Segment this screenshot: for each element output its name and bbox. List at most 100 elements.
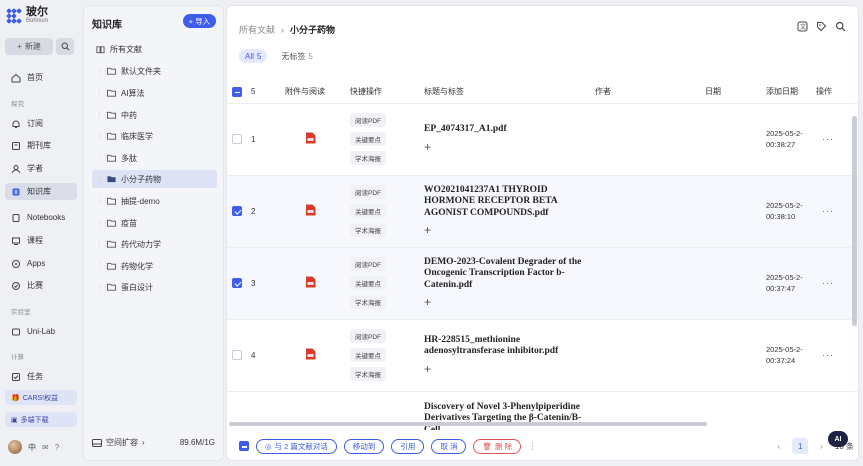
horizontal-scrollbar[interactable] (229, 422, 707, 426)
header-date[interactable]: 日期 (705, 81, 766, 104)
nav-item-unilab[interactable]: Uni-Lab (5, 323, 77, 340)
row-checkbox[interactable] (232, 206, 242, 216)
header-added[interactable]: 添加日期 (766, 81, 816, 104)
drag-handle-icon[interactable]: ⋮⋮ (96, 89, 109, 97)
new-button[interactable]: + 新建 (5, 38, 53, 55)
read-pdf-button[interactable]: 阅读PDF (350, 113, 386, 127)
table-row[interactable]: 1 阅读PDF 关键要点 学术海报 EP_4074317_A1.pdf + 202… (227, 103, 858, 176)
read-pdf-button[interactable]: 阅读PDF (350, 185, 386, 199)
key-points-button[interactable]: 关键要点 (350, 132, 386, 146)
nav-item-scholars[interactable]: 学者 (5, 160, 77, 177)
table-row[interactable]: 2 阅读PDF 关键要点 学术海报 WO2021041237A1 THYROID… (227, 175, 858, 248)
pdf-icon[interactable] (305, 276, 316, 288)
import-button[interactable]: + 导入 (183, 14, 216, 28)
drag-handle-icon[interactable]: ⋮⋮ (96, 240, 109, 248)
key-points-button[interactable]: 关键要点 (350, 204, 386, 218)
nav-item-knowledge[interactable]: 知识库 (5, 183, 77, 200)
add-tag-icon[interactable]: + (424, 140, 431, 154)
cite-button[interactable]: 引用 (391, 438, 425, 454)
promo-benefits[interactable]: 🎁 CARS!权益 (5, 390, 77, 405)
move-to-button[interactable]: 移动到 (343, 438, 385, 454)
next-page-icon[interactable]: › (820, 442, 823, 451)
drag-handle-icon[interactable]: ⋮⋮ (96, 262, 109, 270)
kb-folder-active[interactable]: ⋮⋮ 小分子药物 (92, 170, 217, 188)
drag-handle-icon[interactable]: ⋮⋮ (96, 132, 109, 140)
doc-title[interactable]: WO2021041237A1 THYROID HORMONE RECEPTOR … (424, 185, 584, 220)
drag-handle-icon[interactable]: ⋮⋮ (96, 197, 109, 205)
bulk-select-checkbox[interactable] (239, 441, 249, 451)
kb-folder[interactable]: ⋮⋮ 多肽 (92, 149, 217, 167)
select-all-checkbox[interactable] (232, 86, 242, 97)
table-row[interactable]: 3 阅读PDF 关键要点 学术海报 DEMO-2023-Covalent Deg… (227, 247, 858, 320)
key-points-button[interactable]: 关键要点 (350, 276, 386, 290)
pdf-icon[interactable] (305, 348, 316, 360)
tag-icon[interactable] (816, 21, 827, 32)
kb-folder[interactable]: ⋮⋮ AI算法 (92, 84, 217, 102)
help-icon[interactable]: ? (55, 443, 59, 452)
kb-folder[interactable]: ⋮⋮ 疫苗 (92, 214, 217, 232)
poster-button[interactable]: 学术海报 (350, 367, 386, 381)
current-page[interactable]: 1 (792, 438, 809, 454)
row-checkbox[interactable] (232, 350, 242, 360)
kb-folder[interactable]: ⋮⋮ 药代动力学 (92, 235, 217, 253)
prev-page-icon[interactable]: ‹ (778, 442, 781, 451)
vertical-scrollbar[interactable] (852, 116, 857, 326)
brand-logo[interactable]: 玻尔 Bohrium (6, 7, 48, 25)
read-pdf-button[interactable]: 阅读PDF (350, 257, 386, 271)
kb-folder[interactable]: ⋮⋮ 临床医学 (92, 127, 217, 145)
add-tag-icon[interactable]: + (424, 362, 431, 376)
filter-chip-all[interactable]: All 5 (239, 49, 268, 63)
key-points-button[interactable]: 关键要点 (350, 348, 386, 362)
header-title[interactable]: 标题与标签 (424, 81, 595, 104)
add-tag-icon[interactable]: + (424, 295, 431, 309)
doc-title[interactable]: HR-228515_methionine adenosyltransferase… (424, 335, 584, 358)
cancel-button[interactable]: 取 消 (431, 438, 467, 454)
kb-folder[interactable]: ⋮⋮ 蛋白设计 (92, 278, 217, 296)
pdf-icon[interactable] (305, 204, 316, 216)
nav-item-subscribe[interactable]: 订阅 (5, 115, 77, 132)
kb-folder[interactable]: ⋮⋮ 抽提-demo (92, 192, 217, 210)
nav-item-notebooks[interactable]: Notebooks (5, 209, 77, 226)
pdf-icon[interactable] (305, 132, 316, 144)
drag-handle-icon[interactable]: ⋮⋮ (96, 283, 109, 291)
doc-title[interactable]: DEMO-2023-Covalent Degrader of the Oncog… (424, 257, 584, 292)
search-icon[interactable] (835, 21, 846, 32)
nav-item-home[interactable]: 首页 (5, 69, 77, 86)
poster-button[interactable]: 学术海报 (350, 151, 386, 165)
kb-folder[interactable]: ⋮⋮ 默认文件夹 (92, 62, 217, 80)
drag-handle-icon[interactable]: ⋮⋮ (96, 67, 109, 75)
more-icon[interactable]: ··· (822, 278, 834, 288)
more-icon[interactable]: ··· (822, 206, 834, 216)
doc-title[interactable]: EP_4074317_A1.pdf (424, 124, 584, 136)
kb-item-all[interactable]: 所有文献 (92, 40, 217, 58)
language-switch[interactable]: 中 (28, 442, 36, 453)
chat-with-docs-button[interactable]: ◎ 与 2 篇文献对话 (256, 438, 337, 454)
drag-handle-icon[interactable]: ⋮⋮ (96, 154, 109, 162)
mail-icon[interactable]: ✉ (42, 443, 49, 452)
kb-folder[interactable]: ⋮⋮ 中药 (92, 106, 217, 124)
delete-button[interactable]: 🗑 删 除 (473, 438, 522, 454)
promo-download[interactable]: ▣ 多端下载 (5, 412, 77, 427)
kb-folder[interactable]: ⋮⋮ 药物化学 (92, 257, 217, 275)
poster-button[interactable]: 学术海报 (350, 223, 386, 237)
nav-item-journals[interactable]: 期刊库 (5, 137, 77, 154)
more-icon[interactable]: ··· (822, 350, 834, 360)
nav-item-apps[interactable]: Apps (5, 255, 77, 272)
header-author[interactable]: 作者 (595, 81, 705, 104)
drag-handle-icon[interactable]: ⋮⋮ (96, 175, 109, 183)
storage-expand[interactable]: 空间扩容 › (92, 437, 145, 448)
avatar[interactable] (8, 440, 22, 454)
row-checkbox[interactable] (232, 134, 242, 144)
filter-chip-untagged[interactable]: 无标签 5 (275, 49, 318, 63)
translate-icon[interactable]: 文 (797, 21, 808, 32)
add-tag-icon[interactable]: + (424, 223, 431, 237)
table-row[interactable]: 4 阅读PDF 关键要点 学术海报 HR-228515_methionine a… (227, 319, 858, 392)
poster-button[interactable]: 学术海报 (350, 295, 386, 309)
nav-item-tasks[interactable]: 任务 (5, 368, 77, 385)
more-vertical-icon[interactable]: ⋮ (528, 441, 537, 452)
nav-item-contests[interactable]: 比赛 (5, 277, 77, 294)
more-icon[interactable]: ··· (822, 134, 834, 144)
nav-item-courses[interactable]: 课程 (5, 232, 77, 249)
ai-assistant-button[interactable]: AI (828, 431, 848, 447)
search-button[interactable] (56, 38, 74, 55)
